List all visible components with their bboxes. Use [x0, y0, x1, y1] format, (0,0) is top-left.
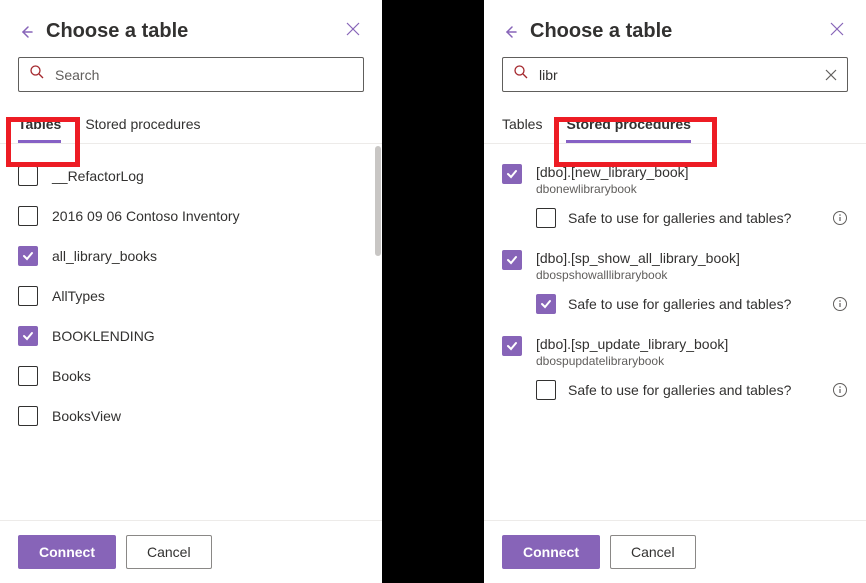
checkbox[interactable] — [502, 336, 522, 356]
table-chooser-panel-left: Choose a table Tables Stored procedures … — [0, 0, 382, 583]
cancel-button[interactable]: Cancel — [610, 535, 696, 569]
sp-subname: dbospshowalllibrarybook — [536, 268, 740, 282]
sp-titles: [dbo].[new_library_book] dbonewlibraryboo… — [536, 164, 689, 196]
info-icon[interactable] — [832, 296, 848, 312]
search-container — [0, 57, 382, 102]
stored-procedure-row[interactable]: [dbo].[sp_show_all_library_book] dbospsho… — [484, 242, 866, 286]
safe-checkbox[interactable] — [536, 294, 556, 314]
search-icon — [29, 64, 45, 85]
panel-title: Choose a table — [530, 20, 814, 43]
connect-button[interactable]: Connect — [502, 535, 600, 569]
stored-procedure-row[interactable]: [dbo].[new_library_book] dbonewlibraryboo… — [484, 156, 866, 200]
connect-button[interactable]: Connect — [18, 535, 116, 569]
safe-label: Safe to use for galleries and tables? — [568, 210, 820, 226]
checkbox[interactable] — [18, 286, 38, 306]
panel-header: Choose a table — [484, 0, 866, 57]
table-chooser-panel-right: Choose a table Tables Stored procedures … — [484, 0, 866, 583]
search-input[interactable] — [55, 67, 353, 83]
table-label: __RefactorLog — [52, 168, 144, 184]
table-label: AllTypes — [52, 288, 105, 304]
safe-label: Safe to use for galleries and tables? — [568, 382, 820, 398]
safe-checkbox[interactable] — [536, 208, 556, 228]
tabs-row: Tables Stored procedures — [484, 106, 866, 144]
checkbox[interactable] — [18, 166, 38, 186]
table-label: BooksView — [52, 408, 121, 424]
back-button[interactable] — [502, 24, 518, 40]
checkbox[interactable] — [18, 406, 38, 426]
clear-search-icon[interactable] — [825, 69, 837, 81]
table-row[interactable]: BooksView — [0, 396, 382, 436]
sp-name: [dbo].[sp_show_all_library_book] — [536, 250, 740, 266]
safe-label: Safe to use for galleries and tables? — [568, 296, 820, 312]
safe-option-row: Safe to use for galleries and tables? — [484, 372, 866, 414]
table-row[interactable]: __RefactorLog — [0, 156, 382, 196]
checkbox[interactable] — [18, 366, 38, 386]
checkbox[interactable] — [502, 250, 522, 270]
sp-name: [dbo].[sp_update_library_book] — [536, 336, 728, 352]
checkbox[interactable] — [18, 246, 38, 266]
stored-procedure-row[interactable]: [dbo].[sp_update_library_book] dbospupdat… — [484, 328, 866, 372]
close-button[interactable] — [342, 18, 364, 45]
safe-checkbox[interactable] — [536, 380, 556, 400]
search-box[interactable] — [502, 57, 848, 92]
tab-stored-procedures[interactable]: Stored procedures — [85, 106, 200, 143]
table-row[interactable]: BOOKLENDING — [0, 316, 382, 356]
info-icon[interactable] — [832, 210, 848, 226]
scrollbar[interactable] — [375, 146, 381, 256]
sp-titles: [dbo].[sp_update_library_book] dbospupdat… — [536, 336, 728, 368]
checkbox[interactable] — [18, 326, 38, 346]
tab-stored-procedures[interactable]: Stored procedures — [566, 106, 690, 143]
panel-header: Choose a table — [0, 0, 382, 57]
panel-gap — [382, 0, 484, 583]
table-label: BOOKLENDING — [52, 328, 155, 344]
panel-title: Choose a table — [46, 20, 330, 43]
table-row[interactable]: 2016 09 06 Contoso Inventory — [0, 196, 382, 236]
tabs-row: Tables Stored procedures — [0, 106, 382, 144]
sp-name: [dbo].[new_library_book] — [536, 164, 689, 180]
stored-procedures-list[interactable]: [dbo].[new_library_book] dbonewlibraryboo… — [484, 144, 866, 520]
tab-tables[interactable]: Tables — [18, 106, 61, 143]
info-icon[interactable] — [832, 382, 848, 398]
checkbox[interactable] — [18, 206, 38, 226]
back-button[interactable] — [18, 24, 34, 40]
checkbox[interactable] — [502, 164, 522, 184]
search-icon — [513, 64, 529, 85]
close-button[interactable] — [826, 18, 848, 45]
safe-option-row: Safe to use for galleries and tables? — [484, 286, 866, 328]
table-row[interactable]: AllTypes — [0, 276, 382, 316]
sp-subname: dbospupdatelibrarybook — [536, 354, 728, 368]
sp-titles: [dbo].[sp_show_all_library_book] dbospsho… — [536, 250, 740, 282]
safe-option-row: Safe to use for galleries and tables? — [484, 200, 866, 242]
tables-list[interactable]: __RefactorLog 2016 09 06 Contoso Inventor… — [0, 144, 382, 520]
cancel-button[interactable]: Cancel — [126, 535, 212, 569]
table-label: 2016 09 06 Contoso Inventory — [52, 208, 240, 224]
tab-tables[interactable]: Tables — [502, 106, 542, 143]
table-row[interactable]: all_library_books — [0, 236, 382, 276]
table-row[interactable]: Books — [0, 356, 382, 396]
table-label: all_library_books — [52, 248, 157, 264]
search-input[interactable] — [539, 67, 815, 83]
table-label: Books — [52, 368, 91, 384]
sp-subname: dbonewlibrarybook — [536, 182, 689, 196]
search-box[interactable] — [18, 57, 364, 92]
panel-footer: Connect Cancel — [0, 520, 382, 583]
panel-footer: Connect Cancel — [484, 520, 866, 583]
search-container — [484, 57, 866, 102]
